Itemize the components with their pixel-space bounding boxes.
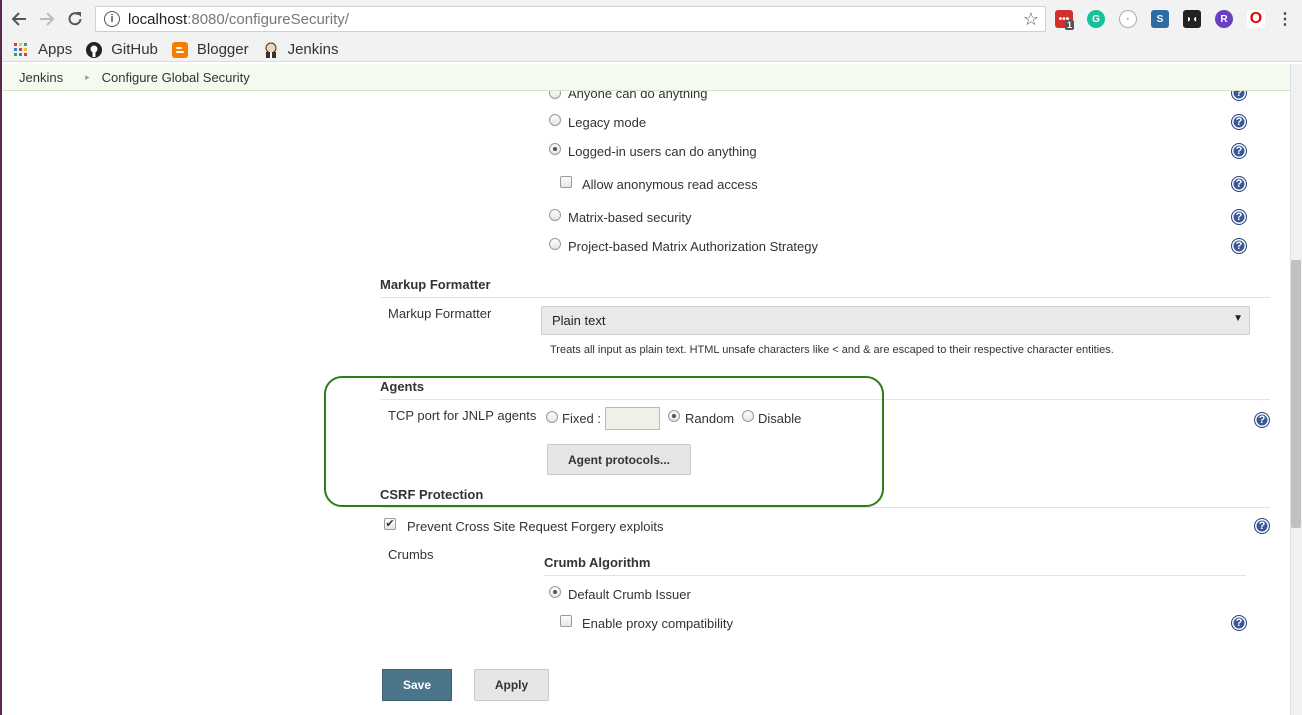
reload-button[interactable]	[64, 8, 86, 30]
markup-formatter-hint: Treats all input as plain text. HTML uns…	[550, 344, 1114, 356]
crumb-algorithm-title: Crumb Algorithm	[544, 555, 651, 570]
dropdown-caret-icon: ▼	[1233, 313, 1243, 324]
radio-logged-in-users[interactable]	[549, 143, 561, 155]
help-icon[interactable]: ?	[1231, 114, 1247, 130]
blogger-icon	[171, 41, 188, 58]
info-icon[interactable]: i	[104, 11, 120, 27]
radio-legacy-mode[interactable]	[549, 114, 561, 126]
main-content: Anyone can do anything ? Legacy mode ? L…	[0, 91, 1290, 715]
option-label: Project-based Matrix Authorization Strat…	[568, 239, 819, 254]
bookmark-label: Jenkins	[287, 41, 339, 58]
browser-menu-icon[interactable]: ⋮	[1276, 10, 1294, 28]
checkbox-anonymous-read[interactable]	[560, 176, 572, 188]
forward-button[interactable]	[36, 8, 58, 30]
anonymous-read-label: Allow anonymous read access	[582, 177, 758, 192]
bookmark-label: GitHub	[111, 41, 158, 58]
radio-matrix-based[interactable]	[549, 209, 561, 221]
grammarly-icon[interactable]: G	[1087, 10, 1105, 28]
option-label: Legacy mode	[568, 115, 647, 130]
breadcrumb-configure-global-security[interactable]: Configure Global Security	[102, 70, 250, 85]
radio-anyone[interactable]	[549, 91, 561, 99]
scrollbar-thumb[interactable]	[1291, 260, 1301, 528]
section-divider	[380, 507, 1270, 508]
apps-grid-icon	[13, 42, 29, 58]
help-icon[interactable]: ?	[1231, 176, 1247, 192]
back-button[interactable]	[8, 8, 30, 30]
bookmark-label: Apps	[38, 41, 73, 58]
github-icon	[86, 41, 103, 58]
browser-toolbar: i localhost:8080/configureSecurity/ ☆ ••…	[0, 0, 1302, 38]
help-icon[interactable]: ?	[1231, 91, 1247, 101]
section-divider	[544, 575, 1246, 576]
radio-project-matrix[interactable]	[549, 238, 561, 250]
extension-todo-icon[interactable]: ••• 1	[1055, 10, 1075, 30]
address-bar[interactable]: i localhost:8080/configureSecurity/ ☆	[95, 6, 1046, 32]
url-path: :8080/configureSecurity/	[187, 10, 349, 28]
markup-formatter-label: Markup Formatter	[388, 306, 492, 321]
back-arrow-icon	[11, 12, 26, 26]
agents-highlight-outline	[324, 376, 884, 507]
default-crumb-issuer-label: Default Crumb Issuer	[568, 587, 691, 602]
breadcrumb-separator-icon: ▸	[85, 71, 90, 82]
help-icon[interactable]: ?	[1231, 209, 1247, 225]
forward-arrow-icon	[40, 12, 55, 26]
section-divider	[380, 297, 1270, 298]
bookmark-jenkins[interactable]: Jenkins	[263, 41, 339, 58]
option-label: Logged-in users can do anything	[568, 144, 757, 159]
help-icon[interactable]: ?	[1254, 412, 1270, 428]
radio-default-crumb-issuer[interactable]	[549, 586, 561, 598]
checkbox-proxy-compatibility[interactable]	[560, 615, 572, 627]
bookmark-blogger[interactable]: Blogger	[171, 41, 249, 58]
window-edge	[0, 0, 2, 715]
url-host: localhost	[128, 10, 188, 28]
bookmark-label: Blogger	[196, 41, 249, 58]
extension-badge: 1	[1065, 20, 1075, 30]
save-button[interactable]: Save	[382, 669, 452, 701]
proxy-compatibility-label: Enable proxy compatibility	[582, 616, 734, 631]
extension-s-icon[interactable]: S	[1151, 10, 1169, 28]
checkbox-prevent-csrf[interactable]: ✔	[384, 518, 396, 530]
markup-formatter-value: Plain text	[552, 313, 606, 328]
opera-icon[interactable]: O	[1247, 10, 1265, 28]
reload-icon	[68, 12, 82, 26]
extension-mask-icon[interactable]: ◗◖	[1183, 10, 1201, 28]
markup-formatter-section-title: Markup Formatter	[380, 277, 491, 292]
help-icon[interactable]: ?	[1231, 143, 1247, 159]
extension-circle-icon[interactable]: ·	[1119, 10, 1137, 28]
markup-formatter-select[interactable]: Plain text ▼	[541, 306, 1250, 335]
help-icon[interactable]: ?	[1231, 238, 1247, 254]
breadcrumb-jenkins[interactable]: Jenkins	[19, 70, 63, 85]
help-icon[interactable]: ?	[1231, 615, 1247, 631]
breadcrumb: Jenkins ▸ Configure Global Security	[2, 64, 1292, 91]
bookmark-star-icon[interactable]: ☆	[1023, 9, 1039, 30]
crumbs-label: Crumbs	[388, 547, 434, 562]
option-label: Anyone can do anything	[568, 91, 708, 101]
extension-r-icon[interactable]: R	[1215, 10, 1233, 28]
bookmark-github[interactable]: GitHub	[86, 41, 158, 58]
help-icon[interactable]: ?	[1254, 518, 1270, 534]
jenkins-icon	[263, 42, 279, 58]
apply-button[interactable]: Apply	[474, 669, 549, 701]
option-label: Matrix-based security	[568, 210, 692, 225]
bookmark-apps[interactable]: Apps	[13, 41, 72, 58]
bookmarks-bar: Apps GitHub Blogger Jenkins	[0, 38, 1302, 62]
prevent-csrf-label: Prevent Cross Site Request Forgery explo…	[407, 519, 664, 534]
